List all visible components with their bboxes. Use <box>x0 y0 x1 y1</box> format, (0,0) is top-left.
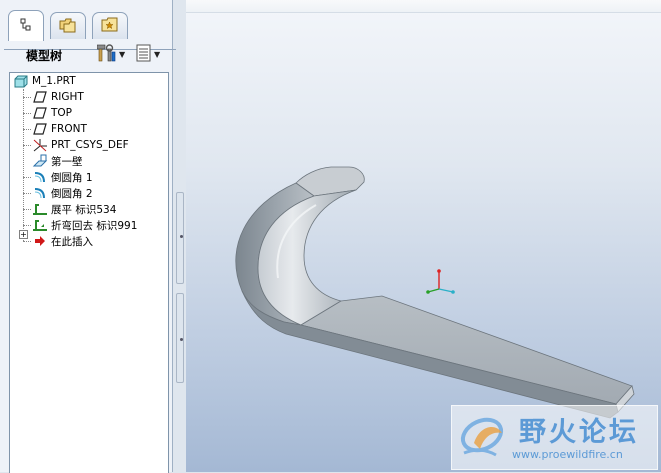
tree-item-insert-here[interactable]: 在此插入 <box>32 233 93 249</box>
model-tree[interactable]: M_1.PRT RIGHT TOP FRONT PRT_CSYS_DEF + 第… <box>9 72 169 473</box>
tree-item-right[interactable]: RIGHT <box>32 89 84 105</box>
splitter-grip-dot <box>180 235 183 238</box>
tree-connector <box>23 241 31 242</box>
tree-item-label: 在此插入 <box>51 235 93 248</box>
tree-item-label: 折弯回去 标识991 <box>51 219 138 232</box>
folder-browser-icon <box>59 17 77 36</box>
model-tree-title: 模型树 <box>26 49 63 63</box>
insert-here-icon <box>32 234 48 248</box>
bend-back-icon <box>32 218 48 232</box>
chevron-down-icon: ▼ <box>154 49 161 59</box>
coordinate-triad-icon <box>426 269 455 294</box>
tree-item-unbend[interactable]: 展平 标识534 <box>32 201 116 217</box>
tab-favorites[interactable] <box>92 12 128 39</box>
list-icon <box>136 44 152 65</box>
tree-connector <box>23 177 31 178</box>
show-dropdown-button[interactable]: ▼ <box>136 44 161 65</box>
tree-item-round-1[interactable]: 倒圆角 1 <box>32 169 93 185</box>
settings-dropdown-button[interactable]: ▼ <box>96 43 126 65</box>
datum-plane-icon <box>32 106 48 120</box>
tree-connector <box>23 145 31 146</box>
sheetmetal-part-model[interactable] <box>186 0 661 472</box>
tree-item-label: 倒圆角 2 <box>51 187 93 200</box>
datum-plane-icon <box>32 122 48 136</box>
tree-connector <box>23 193 31 194</box>
navigator-tabs <box>4 10 176 50</box>
tree-item-label: 第一壁 <box>51 155 83 168</box>
viewport-top-border <box>186 0 661 13</box>
tree-item-label: RIGHT <box>51 91 84 103</box>
tree-connector <box>23 113 31 114</box>
tree-item-part[interactable]: M_1.PRT <box>13 73 76 89</box>
tree-connector <box>23 129 31 130</box>
tree-item-round-2[interactable]: 倒圆角 2 <box>32 185 93 201</box>
tree-item-front[interactable]: FRONT <box>32 121 87 137</box>
tree-connector <box>23 97 31 98</box>
navigator-panel: 模型树 ▼ ▼ M_1.PRT RIGHT TOP FRONT PRT_CSYS… <box>0 0 176 473</box>
tree-item-first-wall[interactable]: 第一壁 <box>32 153 83 169</box>
tree-item-label: 倒圆角 1 <box>51 171 93 184</box>
datum-plane-icon <box>32 90 48 104</box>
splitter-grip-dot <box>180 338 183 341</box>
watermark-logo-icon <box>460 417 504 457</box>
tree-item-top[interactable]: TOP <box>32 105 72 121</box>
tree-connector <box>23 225 31 226</box>
forum-watermark: 野火论坛 www.proewildfire.cn <box>451 405 658 470</box>
tree-connector <box>23 89 24 241</box>
tab-folder-browser[interactable] <box>50 12 86 39</box>
round-icon <box>32 186 48 200</box>
tree-item-label: 展平 标识534 <box>51 203 117 216</box>
round-icon <box>32 170 48 184</box>
tree-item-label: M_1.PRT <box>32 75 76 87</box>
panel-splitter-handle[interactable] <box>176 192 184 284</box>
favorites-icon <box>101 17 119 36</box>
expand-toggle[interactable]: + <box>19 230 28 239</box>
tree-item-label: PRT_CSYS_DEF <box>51 139 129 151</box>
graphics-viewport[interactable] <box>186 0 661 472</box>
tree-item-bend-back[interactable]: 折弯回去 标识991 <box>32 217 137 233</box>
first-wall-icon <box>32 154 48 168</box>
unbend-icon <box>32 202 48 216</box>
tree-header: 模型树 ▼ ▼ <box>0 42 172 66</box>
tools-icon <box>96 43 117 65</box>
watermark-title: 野火论坛 <box>519 417 639 448</box>
tab-model-tree[interactable] <box>8 10 44 41</box>
tree-item-csys[interactable]: PRT_CSYS_DEF <box>32 137 129 153</box>
tree-connector <box>23 209 31 210</box>
tree-item-label: TOP <box>51 107 73 119</box>
part-icon <box>13 74 29 88</box>
model-tree-icon <box>19 18 33 35</box>
watermark-url: www.proewildfire.cn <box>512 448 623 461</box>
tree-item-label: FRONT <box>51 123 87 135</box>
chevron-down-icon: ▼ <box>119 49 126 59</box>
csys-icon <box>32 138 48 152</box>
